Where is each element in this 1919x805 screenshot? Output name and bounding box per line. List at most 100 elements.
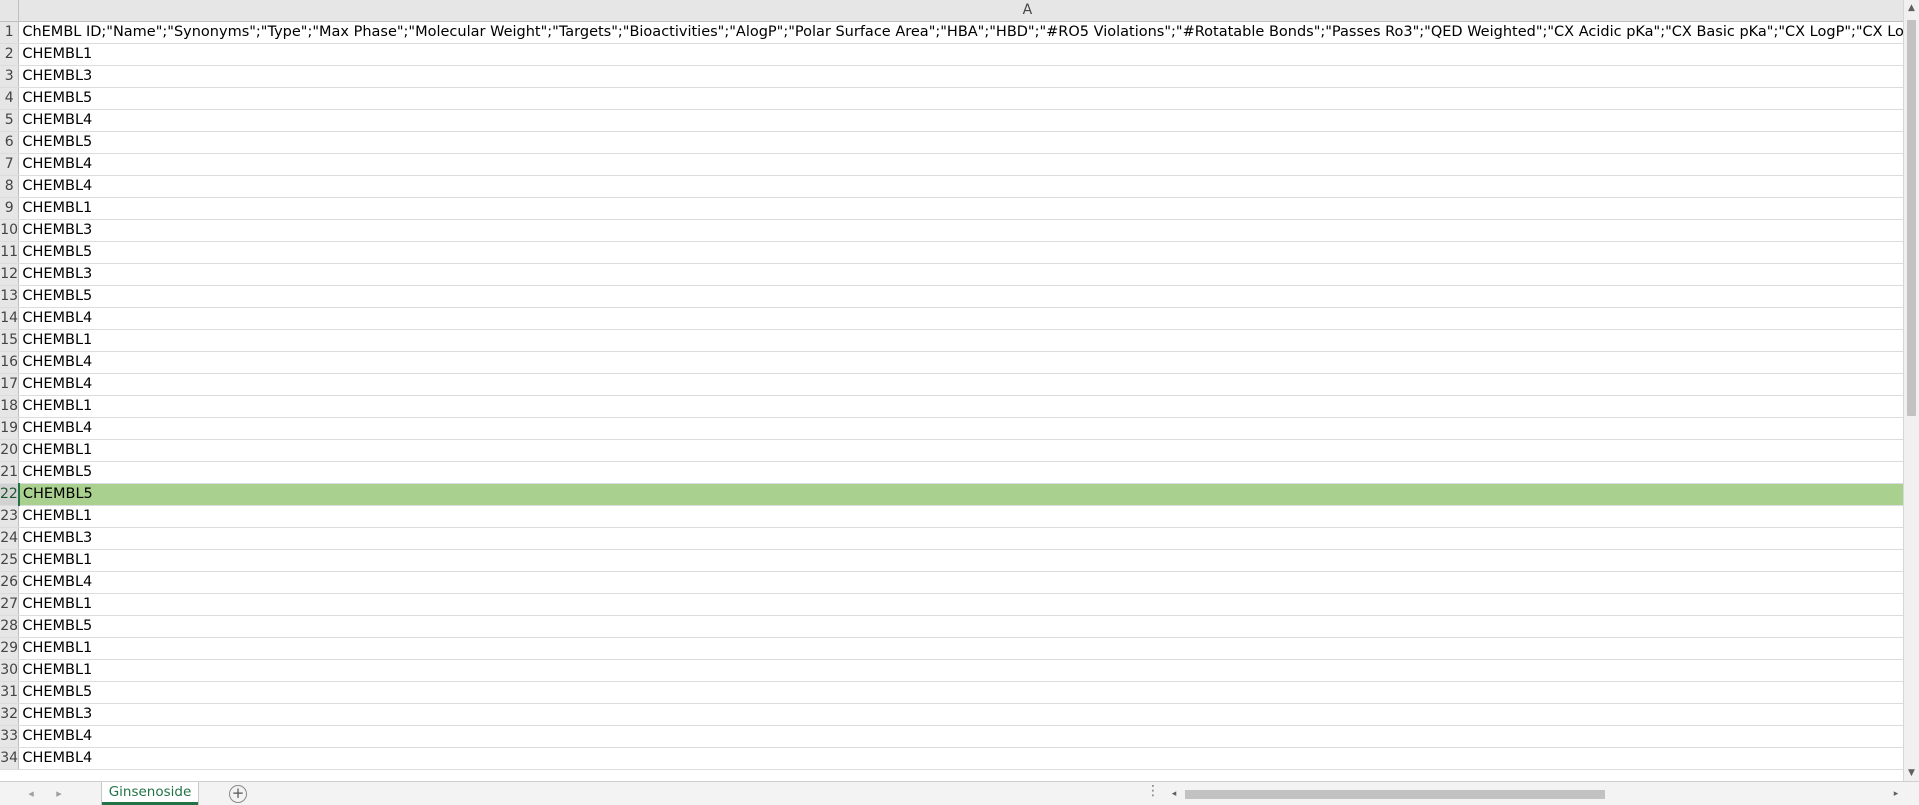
cell[interactable]: CHEMBL4 — [18, 175, 1903, 198]
row-header[interactable]: 21 — [0, 461, 20, 484]
row-header[interactable]: 32 — [0, 703, 20, 726]
scroll-down-icon[interactable]: ▼ — [1904, 765, 1919, 781]
row-header[interactable]: 33 — [0, 725, 20, 748]
cell[interactable]: CHEMBL4 — [18, 153, 1903, 176]
table-row: 19CHEMBL43)35(24)4(42)7)43(9)5)52/h21-34… — [0, 417, 1903, 440]
cell[interactable]: CHEMBL5 — [18, 615, 1903, 638]
cell[interactable]: CHEMBL4 — [18, 571, 1903, 594]
row-header[interactable]: 8 — [0, 175, 20, 198]
spreadsheet-window: ABCDEFGHIJKLMNOPQRSTUVWXYZ 1ChEMBL ID;"N… — [0, 0, 1919, 805]
row-header[interactable]: 17 — [0, 373, 20, 396]
table-row: 29CHEMBL151)22-12-5)35(39)2440)8)53-3721… — [0, 637, 1903, 660]
cell[interactable]: CHEMBL4 — [18, 351, 1903, 374]
cell[interactable]: CHEMBL3 — [18, 219, 1903, 242]
row-header[interactable]: 10 — [0, 219, 20, 242]
row-header[interactable]: 28 — [0, 615, 20, 638]
cell[interactable]: CHEMBL1 — [18, 329, 1903, 352]
row-header[interactable]: 4 — [0, 87, 20, 110]
add-sheet-icon[interactable]: + — [229, 785, 247, 803]
table-row: 20CHEMBL16'-Dioctan5)26-31-50)9)52(1058)… — [0, 439, 1903, 462]
table-row: 12CHEMBL345)22-12-5)32(35)2436)8)47-3322… — [0, 263, 1903, 286]
row-header[interactable]: 25 — [0, 549, 20, 572]
vertical-scroll-thumb[interactable] — [1907, 20, 1916, 416]
cell[interactable]: CHEMBL4 — [18, 109, 1903, 132]
row-header[interactable]: 24 — [0, 527, 20, 550]
table-row: 6CHEMBL556-37-34(4)35(39)2340)7)53-3621-… — [0, 131, 1903, 154]
table-row: 10CHEMBL353)24-12-5)28(41)1343)7)57-3924… — [0, 219, 1903, 242]
cell[interactable]: CHEMBL1 — [18, 505, 1903, 528]
cell[interactable]: CHEMBL5 — [18, 461, 1903, 484]
cell[interactable]: CHEMBL5 — [18, 241, 1903, 264]
row-header[interactable]: 15 — [0, 329, 20, 352]
next-sheet-icon[interactable]: ▸ — [50, 785, 68, 802]
row-header[interactable]: 1 — [0, 21, 20, 44]
select-all-corner[interactable] — [0, 0, 20, 22]
row-header[interactable]: 12 — [0, 263, 20, 286]
table-row: 5CHEMBL443)20-11-4)30(33)2234)7)45-3120-… — [0, 109, 1903, 132]
cell[interactable]: CHEMBL5 — [18, 681, 1903, 704]
column-header[interactable]: A — [18, 0, 1903, 22]
cell[interactable]: CHEMBL4 — [18, 725, 1903, 748]
cell[interactable]: CHEMBL5 — [18, 483, 1903, 506]
cell[interactable]: CHEMBL3 — [18, 263, 1903, 286]
row-header[interactable]: 27 — [0, 593, 20, 616]
cell[interactable]: CHEMBL1 — [18, 43, 1903, 66]
cell[interactable]: CHEMBL5 — [18, 131, 1903, 154]
table-row: 21CHEMBL5(5)31(34)2335)8)43-3221-3237-42… — [0, 461, 1903, 484]
more-options-icon[interactable]: ⋮ — [1146, 783, 1161, 799]
row-header[interactable]: 23 — [0, 505, 20, 528]
row-header[interactable]: 5 — [0, 109, 20, 132]
cell[interactable]: CHEMBL1 — [18, 197, 1903, 220]
scroll-right-icon[interactable]: ▸ — [1889, 786, 1903, 802]
row-header[interactable]: 20 — [0, 439, 20, 462]
cell[interactable]: CHEMBL5 — [18, 285, 1903, 308]
row-header[interactable]: 34 — [0, 747, 20, 770]
cell[interactable]: CHEMBL1 — [18, 549, 1903, 572]
row-header[interactable]: 30 — [0, 659, 20, 682]
spreadsheet-grid[interactable]: ABCDEFGHIJKLMNOPQRSTUVWXYZ 1ChEMBL ID;"N… — [0, 0, 1903, 781]
row-header[interactable]: 16 — [0, 351, 20, 374]
vertical-scrollbar[interactable]: ▲ ▼ — [1903, 0, 1919, 781]
table-row: 9CHEMBL151)22-12-5)35(39)2440)8)53-3721-… — [0, 197, 1903, 220]
row-header[interactable]: 13 — [0, 285, 20, 308]
scroll-left-icon[interactable]: ◂ — [1167, 786, 1181, 802]
cell[interactable]: CHEMBL1 — [18, 637, 1903, 660]
cell[interactable]: CHEMBL1 — [18, 593, 1903, 616]
table-row: 27CHEMBL152)21-11-4)35(39)2340)7)53-3721… — [0, 593, 1903, 616]
cell[interactable]: CHEMBL1 — [18, 659, 1903, 682]
row-header[interactable]: 3 — [0, 65, 20, 88]
row-header[interactable]: 19 — [0, 417, 20, 440]
row-header[interactable]: 22 — [0, 483, 20, 506]
row-header[interactable]: 26 — [0, 571, 20, 594]
table-row: 14CHEMBL475-47-43(4)30(50)1252)6)73-4824… — [0, 307, 1903, 330]
row-header[interactable]: 7 — [0, 153, 20, 176]
cell[interactable]: CHEMBL1 — [18, 439, 1903, 462]
table-row: 15CHEMBL142)21-11-4)24(33)1235)6)44-3121… — [0, 329, 1903, 352]
cell[interactable]: CHEMBL4 — [18, 307, 1903, 330]
row-header[interactable]: 11 — [0, 241, 20, 264]
cell[interactable]: CHEMBL1 — [18, 395, 1903, 418]
horizontal-scroll-thumb[interactable] — [1185, 790, 1605, 799]
cell[interactable]: CHEMBL3 — [18, 703, 1903, 726]
scroll-up-icon[interactable]: ▲ — [1904, 0, 1919, 16]
prev-sheet-icon[interactable]: ◂ — [22, 785, 40, 802]
table-row: 8CHEMBL475-47-43(4)30(50)1252)6)73-4824-… — [0, 175, 1903, 198]
row-header[interactable]: 29 — [0, 637, 20, 660]
cell[interactable]: CHEMBL4 — [18, 373, 1903, 396]
row-header[interactable]: 2 — [0, 43, 20, 66]
table-row: 22CHEMBL5(3)34(22)341)7)42(9)5)51/h19-34… — [0, 483, 1903, 506]
horizontal-scrollbar[interactable]: ◂ ▸ — [1167, 786, 1903, 802]
cell[interactable]: CHEMBL3 — [18, 527, 1903, 550]
cell[interactable]: CHEMBL5 — [18, 87, 1903, 110]
row-header[interactable]: 6 — [0, 131, 20, 154]
row-header[interactable]: 9 — [0, 197, 20, 220]
cell[interactable]: CHEMBL4 — [18, 417, 1903, 440]
cell[interactable]: CHEMBL4 — [18, 747, 1903, 770]
cell[interactable]: CHEMBL3 — [18, 65, 1903, 88]
row-header[interactable]: 14 — [0, 307, 20, 330]
sheet-tab-ginsenoside[interactable]: Ginsenoside — [102, 782, 198, 805]
row-header[interactable]: 31 — [0, 681, 20, 704]
row-header[interactable]: 18 — [0, 395, 20, 418]
table-row: 4CHEMBL5(4)46-36)9-6)35(227)16-20(2937-4… — [0, 87, 1903, 110]
cell[interactable]: ChEMBL ID;"Name";"Synonyms";"Type";"Max … — [18, 21, 1903, 44]
